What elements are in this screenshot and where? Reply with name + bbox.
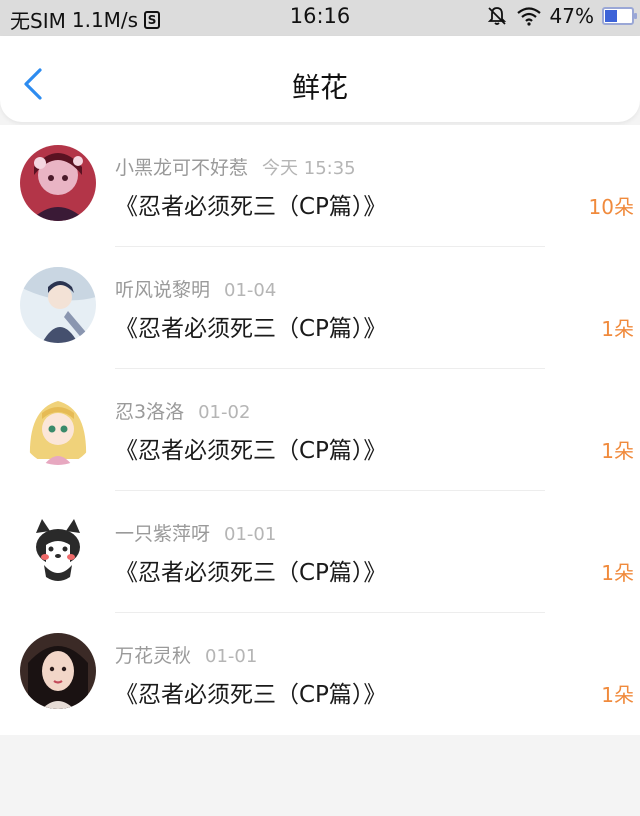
sender-name: 听风说黎明 01-04 bbox=[115, 275, 276, 302]
avatar[interactable] bbox=[20, 389, 96, 465]
wifi-icon bbox=[516, 7, 541, 26]
book-title[interactable]: 《忍者必须死三（CP篇）》 bbox=[115, 309, 386, 343]
sender-name-text: 听风说黎明 bbox=[115, 279, 211, 301]
book-title[interactable]: 《忍者必须死三（CP篇）》 bbox=[115, 675, 386, 709]
book-title[interactable]: 《忍者必须死三（CP篇）》 bbox=[115, 431, 386, 465]
flower-count: 1朵 bbox=[601, 683, 634, 707]
book-title[interactable]: 《忍者必须死三（CP篇）》 bbox=[115, 553, 386, 587]
status-bar: 无SIM 1.1M/s S 16:16 47% bbox=[0, 0, 640, 36]
sender-name: 一只紫萍呀 01-01 bbox=[115, 519, 276, 546]
book-title[interactable]: 《忍者必须死三（CP篇）》 bbox=[115, 187, 386, 221]
send-time: 今天 15:35 bbox=[262, 158, 356, 179]
list-item[interactable]: 小黑龙可不好惹 今天 15:35 《忍者必须死三（CP篇）》 10朵 bbox=[0, 125, 640, 247]
status-right: 47% bbox=[486, 4, 637, 28]
send-time: 01-04 bbox=[224, 280, 277, 301]
battery-percent: 47% bbox=[549, 4, 594, 28]
list-item[interactable]: 万花灵秋 01-01 《忍者必须死三（CP篇）》 1朵 bbox=[0, 613, 640, 735]
list-item[interactable]: 一只紫萍呀 01-01 《忍者必须死三（CP篇）》 1朵 bbox=[0, 491, 640, 613]
send-time: 01-01 bbox=[224, 524, 277, 545]
sender-name: 小黑龙可不好惹 今天 15:35 bbox=[115, 153, 356, 180]
list-item[interactable]: 忍3洛洛 01-02 《忍者必须死三（CP篇）》 1朵 bbox=[0, 369, 640, 491]
nav-bar: 鲜花 bbox=[0, 36, 640, 122]
sender-name-text: 万花灵秋 bbox=[115, 645, 192, 667]
avatar[interactable] bbox=[20, 511, 96, 587]
flower-count: 1朵 bbox=[601, 439, 634, 463]
sender-name-text: 忍3洛洛 bbox=[115, 401, 185, 423]
page-title: 鲜花 bbox=[291, 71, 348, 104]
battery-icon bbox=[602, 7, 637, 25]
flower-count: 10朵 bbox=[588, 195, 634, 219]
sender-name: 万花灵秋 01-01 bbox=[115, 641, 257, 668]
flower-count: 1朵 bbox=[601, 561, 634, 585]
sender-name: 忍3洛洛 01-02 bbox=[115, 397, 250, 424]
sender-name-text: 小黑龙可不好惹 bbox=[115, 157, 249, 179]
flower-list: 小黑龙可不好惹 今天 15:35 《忍者必须死三（CP篇）》 10朵 听风说黎明 0… bbox=[0, 125, 640, 735]
avatar[interactable] bbox=[20, 145, 96, 221]
send-time: 01-01 bbox=[205, 646, 258, 667]
list-item[interactable]: 听风说黎明 01-04 《忍者必须死三（CP篇）》 1朵 bbox=[0, 247, 640, 369]
avatar[interactable] bbox=[20, 267, 96, 343]
bell-mute-icon bbox=[487, 7, 506, 25]
avatar[interactable] bbox=[20, 633, 96, 709]
send-time: 01-02 bbox=[198, 402, 251, 423]
sender-name-text: 一只紫萍呀 bbox=[115, 523, 211, 545]
flower-count: 1朵 bbox=[601, 317, 634, 341]
